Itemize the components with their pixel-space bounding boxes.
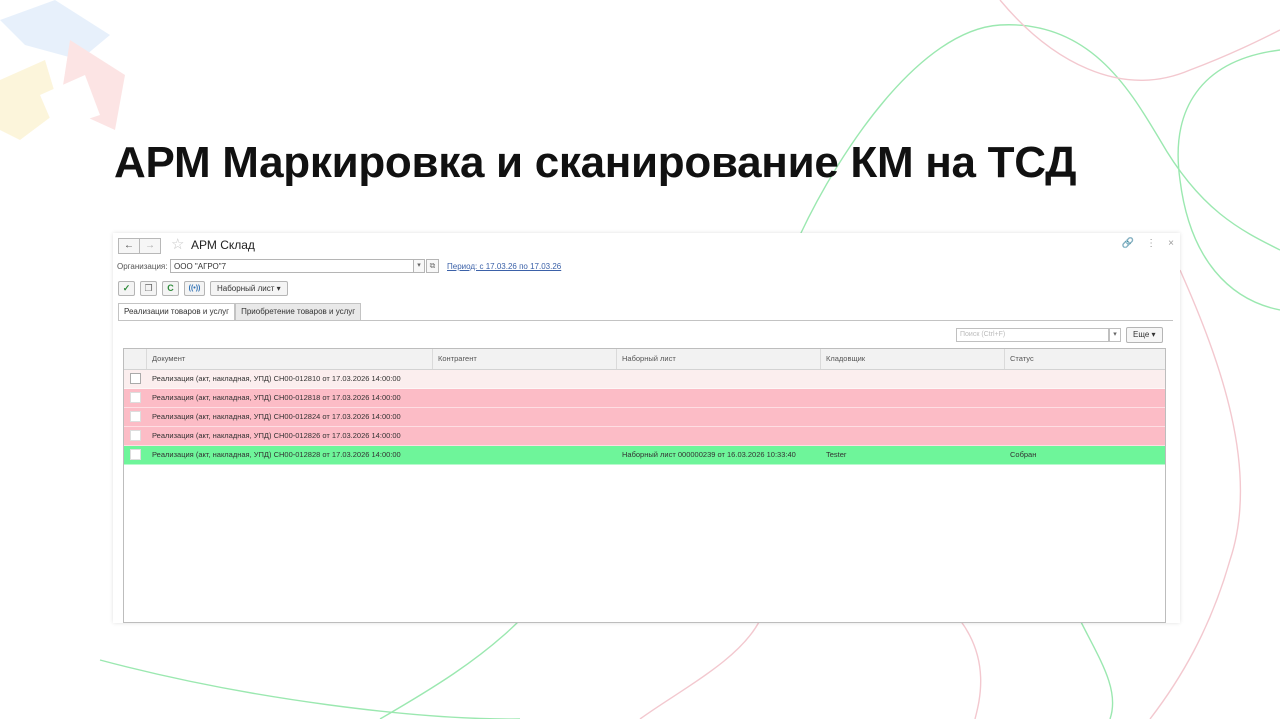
- window-controls: 🔗 ⋮ ×: [1122, 238, 1174, 249]
- tab-purchases[interactable]: Приобретение товаров и услуг: [235, 303, 362, 320]
- row-checkbox[interactable]: [130, 372, 141, 384]
- cell-document: Реализация (акт, накладная, УПД) СН00-01…: [152, 412, 401, 421]
- table-header: Документ Контрагент Наборный лист Кладов…: [124, 349, 1165, 370]
- row-checkbox[interactable]: [130, 391, 141, 403]
- cell-storekeeper: Tester: [826, 450, 847, 459]
- cell-document: Реализация (акт, накладная, УПД) СН00-01…: [152, 374, 401, 383]
- cell-picklist: [617, 427, 821, 445]
- cell-status: Собран: [1010, 450, 1037, 459]
- row-checkbox[interactable]: [130, 448, 141, 460]
- cell-counterparty: [433, 446, 617, 464]
- cell-document: Реализация (акт, накладная, УПД) СН00-01…: [152, 393, 401, 402]
- cell-counterparty: [433, 389, 617, 407]
- cell-storekeeper: [821, 408, 1005, 426]
- close-icon[interactable]: ×: [1168, 238, 1174, 249]
- radio-icon[interactable]: ((•)): [184, 281, 205, 296]
- table-row[interactable]: Реализация (акт, накладная, УПД) СН00-01…: [124, 408, 1165, 427]
- table-row[interactable]: Реализация (акт, накладная, УПД) СН00-01…: [124, 389, 1165, 408]
- column-header-storekeeper[interactable]: Кладовщик: [821, 349, 1005, 369]
- star-icon[interactable]: ☆: [171, 237, 184, 253]
- nav-buttons: ← →: [118, 238, 161, 254]
- cell-storekeeper: [821, 389, 1005, 407]
- row-checkbox[interactable]: [130, 429, 141, 441]
- forward-button[interactable]: →: [140, 238, 161, 254]
- row-checkbox[interactable]: [130, 410, 141, 422]
- check-icon[interactable]: ✓: [118, 281, 135, 296]
- cell-status: [1005, 408, 1165, 426]
- column-header-status[interactable]: Статус: [1005, 349, 1165, 369]
- table-row[interactable]: Реализация (акт, накладная, УПД) СН00-01…: [124, 427, 1165, 446]
- back-button[interactable]: ←: [118, 238, 140, 254]
- cell-picklist: [617, 408, 821, 426]
- picklist-button[interactable]: Наборный лист ▾: [210, 281, 288, 296]
- logo-decoration: [0, 0, 125, 140]
- cell-status: [1005, 370, 1165, 388]
- more-button[interactable]: Еще ▾: [1126, 327, 1163, 343]
- cell-picklist: [617, 370, 821, 388]
- table-body: Реализация (акт, накладная, УПД) СН00-01…: [124, 370, 1165, 465]
- cell-status: [1005, 427, 1165, 445]
- cell-storekeeper: [821, 370, 1005, 388]
- table-row[interactable]: Реализация (акт, накладная, УПД) СН00-01…: [124, 446, 1165, 465]
- row-checkbox: [124, 389, 147, 407]
- row-checkbox: [124, 446, 147, 464]
- cell-picklist: [617, 389, 821, 407]
- cell-picklist: Наборный лист 000000239 от 16.03.2026 10…: [622, 450, 796, 459]
- chevron-down-icon[interactable]: ▾: [1109, 328, 1121, 342]
- cell-status: [1005, 389, 1165, 407]
- search-input[interactable]: Поиск (Ctrl+F): [956, 328, 1109, 342]
- cell-storekeeper: [821, 427, 1005, 445]
- column-header-counterparty[interactable]: Контрагент: [433, 349, 617, 369]
- column-header-document[interactable]: Документ: [147, 349, 433, 369]
- row-checkbox: [124, 427, 147, 445]
- row-checkbox: [124, 408, 147, 426]
- organization-field[interactable]: ООО "АГРО"7: [170, 259, 424, 273]
- organization-label: Организация:: [117, 262, 168, 271]
- cell-counterparty: [433, 408, 617, 426]
- chevron-down-icon[interactable]: ▾: [413, 259, 425, 273]
- period-link[interactable]: Период: с 17.03.26 по 17.03.26: [447, 262, 561, 271]
- cell-document: Реализация (акт, накладная, УПД) СН00-01…: [152, 450, 401, 459]
- toolbar: ✓ ❐ C ((•)) Наборный лист ▾: [118, 281, 288, 296]
- refresh-icon[interactable]: C: [162, 281, 179, 296]
- link-icon[interactable]: 🔗: [1122, 238, 1134, 249]
- open-icon[interactable]: ⧉: [426, 259, 439, 273]
- slide-title: АРМ Маркировка и сканирование КМ на ТСД: [114, 138, 1077, 187]
- table-row[interactable]: Реализация (акт, накладная, УПД) СН00-01…: [124, 370, 1165, 389]
- cell-document: Реализация (акт, накладная, УПД) СН00-01…: [152, 431, 401, 440]
- tabs: Реализации товаров и услуг Приобретение …: [118, 303, 362, 321]
- cell-counterparty: [433, 427, 617, 445]
- row-checkbox: [124, 370, 147, 388]
- documents-table: Документ Контрагент Наборный лист Кладов…: [123, 348, 1166, 623]
- column-header-select: [124, 349, 147, 369]
- window-title: АРМ Склад: [191, 238, 255, 252]
- column-header-picklist[interactable]: Наборный лист: [617, 349, 821, 369]
- copy-icon[interactable]: ❐: [140, 281, 157, 296]
- cell-counterparty: [433, 370, 617, 388]
- tab-sales[interactable]: Реализации товаров и услуг: [118, 303, 236, 321]
- app-window: ← → ☆ АРМ Склад 🔗 ⋮ × Организация: ООО "…: [113, 233, 1180, 623]
- more-actions-icon[interactable]: ⋮: [1146, 238, 1156, 249]
